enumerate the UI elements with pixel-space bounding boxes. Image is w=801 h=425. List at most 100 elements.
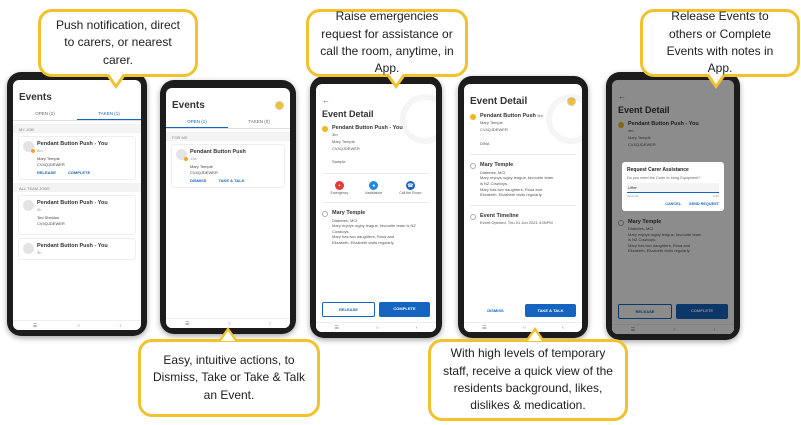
phone-screen: Event Detail Pendant Button Push 5m Mary… (464, 84, 582, 332)
emergency-icon: + (334, 181, 344, 191)
resident-detail: Mary enjoys rugby league, favourite team… (332, 223, 416, 234)
event-title: Pendant Button Push - You (37, 242, 108, 249)
cancel-button[interactable]: CANCEL (665, 202, 681, 206)
timeline-entry: Event Opened, Thu 01 Jun 2021 4:05PM (480, 220, 553, 226)
page-title: Event Detail (470, 96, 528, 107)
bottom-actions: RELEASE COMPLETE (316, 298, 436, 321)
event-title: Pendant Button Push - You (332, 125, 403, 131)
event-title: Pendant Button Push - You (37, 141, 108, 147)
menu-icon[interactable]: ☰ (482, 325, 486, 331)
event-status-icon (23, 200, 34, 212)
event-title: Pendant Button Push (480, 113, 536, 119)
call-room-button[interactable]: ☎ Call the Room (399, 181, 421, 195)
avatar[interactable] (275, 101, 284, 110)
room-code: CV4QJDEWER (37, 221, 65, 227)
resident-name: Mary Temple (480, 162, 514, 169)
tab-open[interactable]: OPEN (2) (13, 108, 77, 120)
resident-detail: Elizabeth. Elizabeth visits regularly. (332, 239, 395, 245)
phone-event-detail-take: Event Detail Pendant Button Push 5m Mary… (458, 76, 588, 338)
callout-push-notification: Push notification, direct to carers, or … (38, 9, 198, 77)
tab-bar: OPEN (2) TAKEN (1) (13, 108, 141, 121)
event-card[interactable]: Pendant Button Push 13s Mary Temple CV4Q… (171, 144, 285, 189)
room-code: CV4QJDEWER (37, 161, 65, 167)
home-icon[interactable]: ○ (77, 323, 80, 329)
home-icon[interactable]: ○ (376, 325, 379, 331)
back-icon[interactable]: ‹ (269, 321, 271, 327)
phone-events-list: Events OPEN (2) TAKEN (1) MY JOB Pendant… (7, 72, 147, 336)
release-button[interactable]: RELEASE (37, 170, 56, 175)
home-icon[interactable]: ○ (228, 321, 231, 327)
callout-tail-inner (528, 331, 542, 341)
take-and-talk-button[interactable]: TAKE & TALK (218, 178, 244, 183)
room-code: CV4QJDEWER (332, 145, 360, 151)
tab-bar: OPEN (1) TAKEN (0) (166, 116, 290, 129)
app-bar: Events (166, 98, 290, 113)
tab-open[interactable]: OPEN (1) (166, 116, 228, 128)
callout-tail-inner (389, 74, 403, 84)
section-label: ALL TEAM JOBS (13, 183, 141, 193)
event-card[interactable]: Pendant Button Push - You 3h (18, 237, 136, 260)
event-title: Pendant Button Push - You (37, 200, 108, 207)
back-icon[interactable]: ‹ (416, 325, 418, 331)
bottom-actions: DISMISS TAKE & TALK (464, 300, 582, 321)
system-nav-bar: ☰ ○ ‹ (464, 322, 582, 332)
event-status-icon (23, 242, 34, 254)
timeline-icon (470, 213, 476, 220)
back-icon[interactable]: ‹ (562, 325, 564, 331)
assistance-button[interactable]: ● Assistance (365, 181, 382, 195)
optional-hint: Optional (627, 194, 639, 198)
page-title: Events (19, 92, 52, 103)
event-time: 3h (37, 249, 42, 255)
phone-screen: Events OPEN (1) TAKEN (0) FOR ME Pendant… (166, 88, 290, 328)
equipment-input[interactable]: Lifter (627, 183, 719, 193)
back-icon[interactable]: ‹ (120, 323, 122, 329)
app-bar: Events (13, 90, 141, 105)
menu-icon[interactable]: ☰ (33, 323, 37, 329)
event-note: Sample (332, 159, 346, 165)
dialog-title: Request Carer Assistance (627, 167, 689, 173)
event-title: Pendant Button Push (190, 149, 246, 155)
event-card[interactable]: Pendant Button Push - You 5m Mary Temple… (18, 136, 136, 181)
complete-button[interactable]: COMPLETE (68, 170, 90, 175)
resident-name: Mary Temple (332, 139, 355, 145)
callout-easy-actions: Easy, intuitive actions, to Dismiss, Tak… (138, 339, 320, 417)
divider (322, 173, 430, 175)
callout-tail-inner (109, 74, 123, 84)
complete-button[interactable]: COMPLETE (379, 302, 430, 317)
release-button[interactable]: RELEASE (322, 302, 375, 317)
phone-screen: Events OPEN (2) TAKEN (1) MY JOB Pendant… (13, 80, 141, 330)
phone-screen: ← Event Detail Pendant Button Push - You… (316, 84, 436, 332)
event-note: DINA (480, 140, 490, 146)
call-room-label: Call the Room (399, 191, 422, 196)
room-code: CV4QJDEWER (190, 169, 218, 175)
tab-taken[interactable]: TAKEN (0) (228, 116, 290, 128)
status-bar (464, 84, 582, 94)
tab-taken[interactable]: TAKEN (1) (77, 108, 141, 120)
phone-icon: ☎ (405, 181, 415, 191)
divider (470, 154, 576, 156)
event-card[interactable]: Pendant Button Push - You 3h Ted Sheldon… (18, 195, 136, 235)
callout-tail-inner (709, 74, 723, 84)
assistance-label: Assistance (365, 191, 383, 196)
system-nav-bar: ☰ ○ ‹ (316, 322, 436, 332)
phone-open-events: Events OPEN (1) TAKEN (0) FOR ME Pendant… (160, 80, 296, 334)
phone-request-assistance: ← Event Detail Pendant Button Push - You… (606, 72, 740, 340)
send-request-button[interactable]: SEND REQUEST (689, 202, 719, 206)
event-status-icon (176, 149, 188, 161)
take-and-talk-button[interactable]: TAKE & TALK (525, 304, 576, 317)
event-status-icon (322, 126, 328, 132)
emergency-label: Emergency (330, 191, 349, 196)
event-timeline: Event Timeline Event Opened, Thu 01 Jun … (464, 209, 582, 230)
room-code: CV4QJDEWER (480, 127, 508, 133)
page-title: Events (172, 100, 205, 111)
dismiss-button[interactable]: DISMISS (190, 178, 206, 183)
menu-icon[interactable]: ☰ (334, 325, 338, 331)
event-time: 3h (37, 207, 42, 213)
dismiss-button[interactable]: DISMISS (470, 304, 521, 317)
section-label: FOR ME (166, 132, 290, 141)
menu-icon[interactable]: ☰ (185, 321, 189, 327)
event-status-icon (470, 114, 476, 120)
callout-release-events: Release Events to others or Complete Eve… (640, 9, 800, 77)
emergency-actions: + Emergency ● Assistance ☎ Call the Room (316, 177, 436, 199)
emergency-button[interactable]: + Emergency (330, 181, 349, 196)
